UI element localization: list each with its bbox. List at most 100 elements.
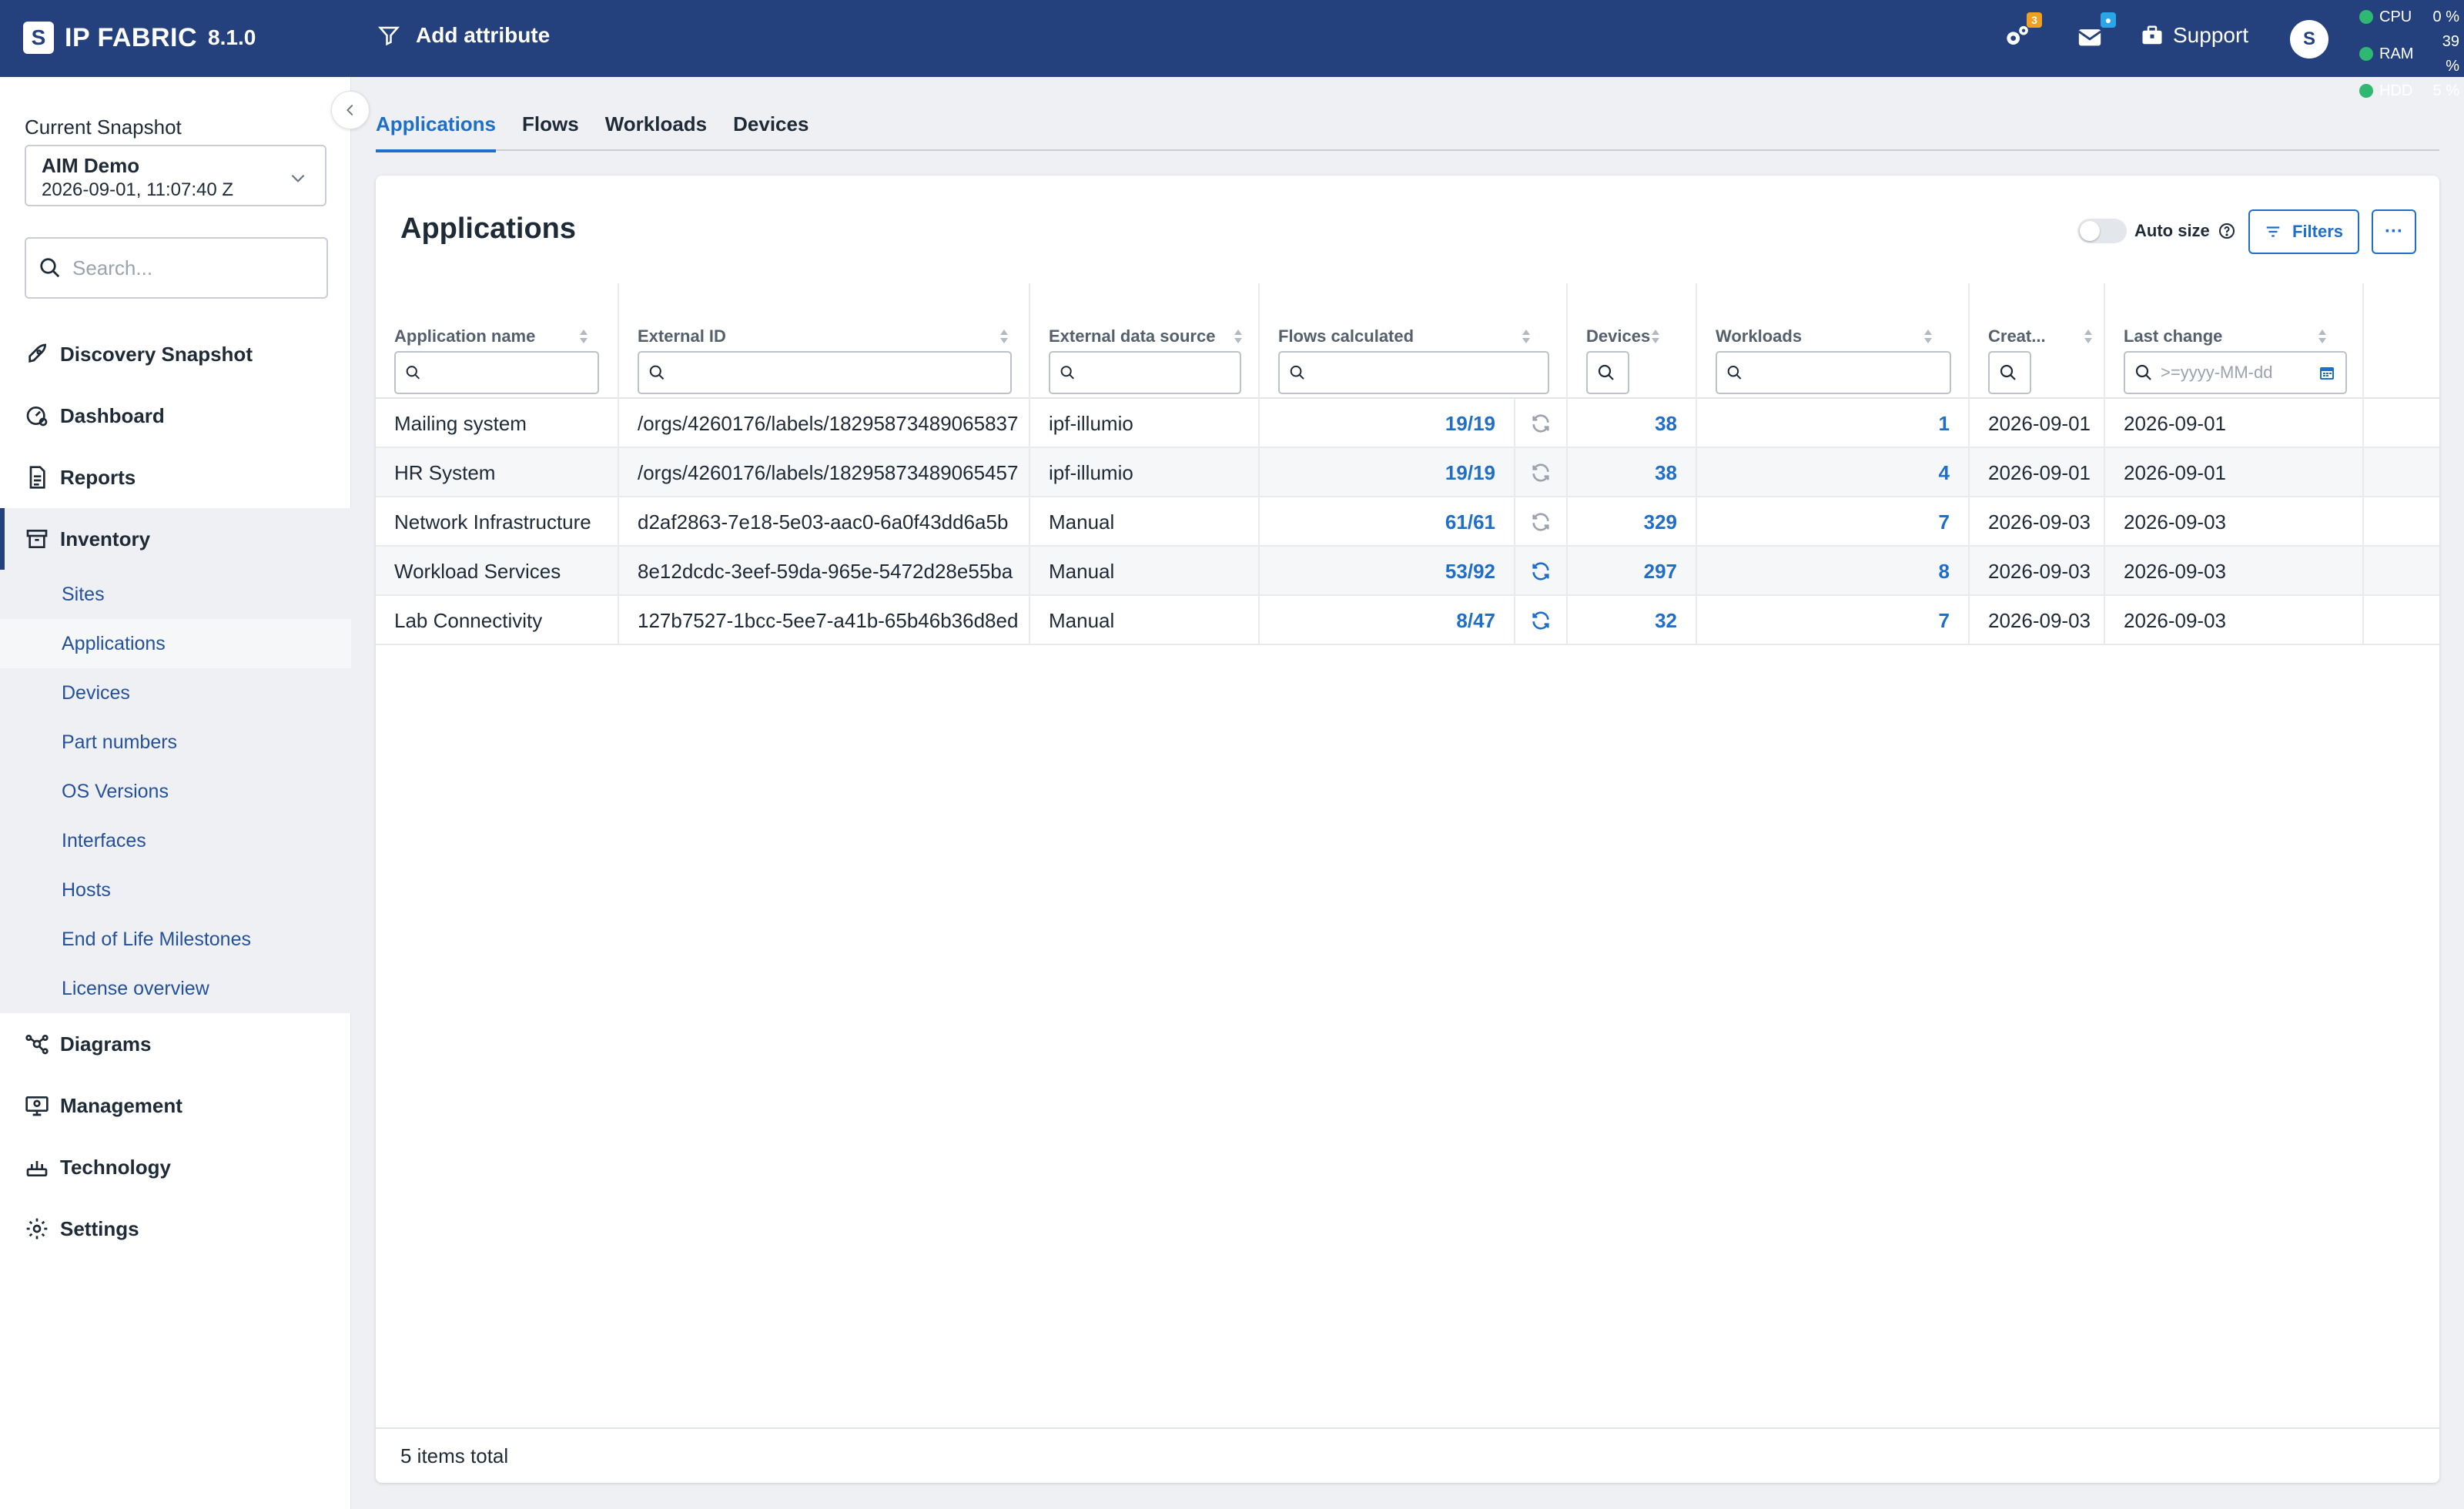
cell-flows-calculated[interactable]: 8/47	[1258, 596, 1514, 645]
cell-devices[interactable]: 329	[1566, 497, 1696, 547]
nav-settings[interactable]: Settings	[0, 1198, 351, 1260]
sidebar-search[interactable]	[25, 237, 328, 299]
filter-input[interactable]	[1750, 363, 1950, 383]
cell-devices[interactable]: 38	[1566, 399, 1696, 448]
cell-sync[interactable]	[1514, 399, 1566, 448]
sidebar-item-os-versions[interactable]: OS Versions	[0, 767, 351, 816]
cell-flows-calculated[interactable]: 61/61	[1258, 497, 1514, 547]
sort-icon[interactable]	[1649, 328, 1662, 345]
nav-label: Technology	[60, 1155, 171, 1179]
sort-icon[interactable]	[998, 328, 1010, 345]
sidebar-search-input[interactable]	[72, 256, 319, 280]
cell-devices[interactable]: 297	[1566, 547, 1696, 596]
filter-application-name[interactable]	[394, 351, 599, 394]
cell-workloads[interactable]: 7	[1696, 596, 1968, 645]
refresh-icon[interactable]	[1530, 610, 1552, 631]
table-row[interactable]: Workload Services 8e12dcdc-3eef-59da-965e…	[376, 547, 2439, 596]
cpu-stat: CPU 0 %	[2359, 5, 2459, 29]
messages-button[interactable]: ●	[2073, 12, 2116, 54]
bell-badge-icon: ●	[2101, 12, 2116, 28]
tab-applications[interactable]: Applications	[376, 108, 497, 152]
date-filter-input[interactable]	[2161, 363, 2299, 383]
filter-created[interactable]	[1988, 351, 2031, 394]
refresh-icon[interactable]	[1530, 413, 1552, 434]
auto-size-toggle[interactable]	[2077, 219, 2127, 243]
cell-sync[interactable]	[1514, 497, 1566, 547]
logo[interactable]: S IP FABRIC 8.1.0	[23, 22, 256, 54]
add-attribute-button[interactable]: Add attribute	[377, 23, 550, 48]
user-avatar[interactable]: S	[2290, 20, 2328, 59]
sort-icon[interactable]	[1232, 328, 1244, 345]
cell-devices[interactable]: 38	[1566, 448, 1696, 497]
tab-workloads[interactable]: Workloads	[605, 108, 707, 151]
filter-input[interactable]	[673, 363, 1010, 383]
calendar-icon[interactable]	[2318, 363, 2336, 382]
nav-dashboard[interactable]: Dashboard	[0, 385, 351, 447]
sort-icon[interactable]	[578, 328, 590, 345]
filter-last-change[interactable]	[2124, 351, 2347, 394]
sidebar-nav: Discovery Snapshot Dashboard Reports Inv…	[0, 323, 351, 1260]
cell-sync[interactable]	[1514, 596, 1566, 645]
filter-flows-calculated[interactable]	[1278, 351, 1549, 394]
cell-devices[interactable]: 32	[1566, 596, 1696, 645]
cell-sync[interactable]	[1514, 448, 1566, 497]
nav-discovery-snapshot[interactable]: Discovery Snapshot	[0, 323, 351, 385]
cell-sync[interactable]	[1514, 547, 1566, 596]
nav-technology[interactable]: Technology	[0, 1136, 351, 1198]
filters-button[interactable]: Filters	[2248, 209, 2359, 254]
filter-devices[interactable]	[1586, 351, 1629, 394]
filter-external-id[interactable]	[638, 351, 1012, 394]
cell-flows-calculated[interactable]: 19/19	[1258, 448, 1514, 497]
stat-value: 39 %	[2442, 33, 2459, 75]
nav-label: Dashboard	[60, 403, 165, 427]
sidebar-item-part-numbers[interactable]: Part numbers	[0, 718, 351, 767]
search-icon	[40, 258, 60, 278]
cell-workloads[interactable]: 4	[1696, 448, 1968, 497]
sidebar-item-license-overview[interactable]: License overview	[0, 964, 351, 1013]
filter-external-data-source[interactable]	[1049, 351, 1241, 394]
table-row[interactable]: Lab Connectivity 127b7527-1bcc-5ee7-a41b-…	[376, 596, 2439, 645]
refresh-icon[interactable]	[1530, 462, 1552, 483]
cell-flows-calculated[interactable]: 53/92	[1258, 547, 1514, 596]
sidebar-item-sites[interactable]: Sites	[0, 570, 351, 619]
nav-inventory[interactable]: Inventory	[0, 508, 351, 570]
chevron-left-icon	[346, 104, 353, 116]
tab-flows[interactable]: Flows	[522, 108, 579, 151]
filter-input[interactable]	[1313, 363, 1548, 383]
table-row[interactable]: Network Infrastructure d2af2863-7e18-5e03…	[376, 497, 2439, 547]
sidebar-item-eol-milestones[interactable]: End of Life Milestones	[0, 915, 351, 964]
help-icon[interactable]	[2218, 222, 2236, 240]
sort-icon[interactable]	[2316, 328, 2328, 345]
table-row[interactable]: HR System/orgs/4260176/labels/1829587348…	[376, 448, 2439, 497]
more-options-button[interactable]: ···	[2372, 209, 2416, 254]
filter-input[interactable]	[1083, 363, 1240, 383]
column-header-external-data-source: External data source	[1029, 283, 1258, 399]
settings-button[interactable]: 3	[1999, 12, 2042, 54]
sort-icon[interactable]	[1922, 328, 1934, 345]
nav-reports[interactable]: Reports	[0, 447, 351, 508]
nav-diagrams[interactable]: Diagrams	[0, 1013, 351, 1075]
cell-workloads[interactable]: 1	[1696, 399, 1968, 448]
sidebar-item-interfaces[interactable]: Interfaces	[0, 816, 351, 865]
nav-management[interactable]: Management	[0, 1075, 351, 1136]
snapshot-select[interactable]: AIM Demo 2026-09-01, 11:07:40 Z	[25, 145, 326, 206]
cell-workloads[interactable]: 7	[1696, 497, 1968, 547]
column-label: Creat...	[1988, 326, 2046, 346]
refresh-icon[interactable]	[1530, 511, 1552, 533]
cell-flows-calculated[interactable]: 19/19	[1258, 399, 1514, 448]
chevron-down-icon	[291, 174, 305, 182]
sort-icon[interactable]	[2082, 328, 2094, 345]
support-button[interactable]: Support	[2141, 23, 2248, 48]
table-row[interactable]: Mailing system/orgs/4260176/labels/18295…	[376, 399, 2439, 448]
filter-workloads[interactable]	[1716, 351, 1951, 394]
tab-devices[interactable]: Devices	[733, 108, 808, 151]
sidebar-item-hosts[interactable]: Hosts	[0, 865, 351, 915]
sidebar-item-applications[interactable]: Applications	[0, 619, 351, 668]
refresh-icon[interactable]	[1530, 560, 1552, 582]
cell-workloads[interactable]: 8	[1696, 547, 1968, 596]
filter-input[interactable]	[429, 363, 598, 383]
sidebar-item-devices[interactable]: Devices	[0, 668, 351, 718]
collapse-sidebar-button[interactable]	[331, 91, 370, 129]
sort-icon[interactable]	[1520, 328, 1532, 345]
report-icon	[29, 466, 45, 489]
